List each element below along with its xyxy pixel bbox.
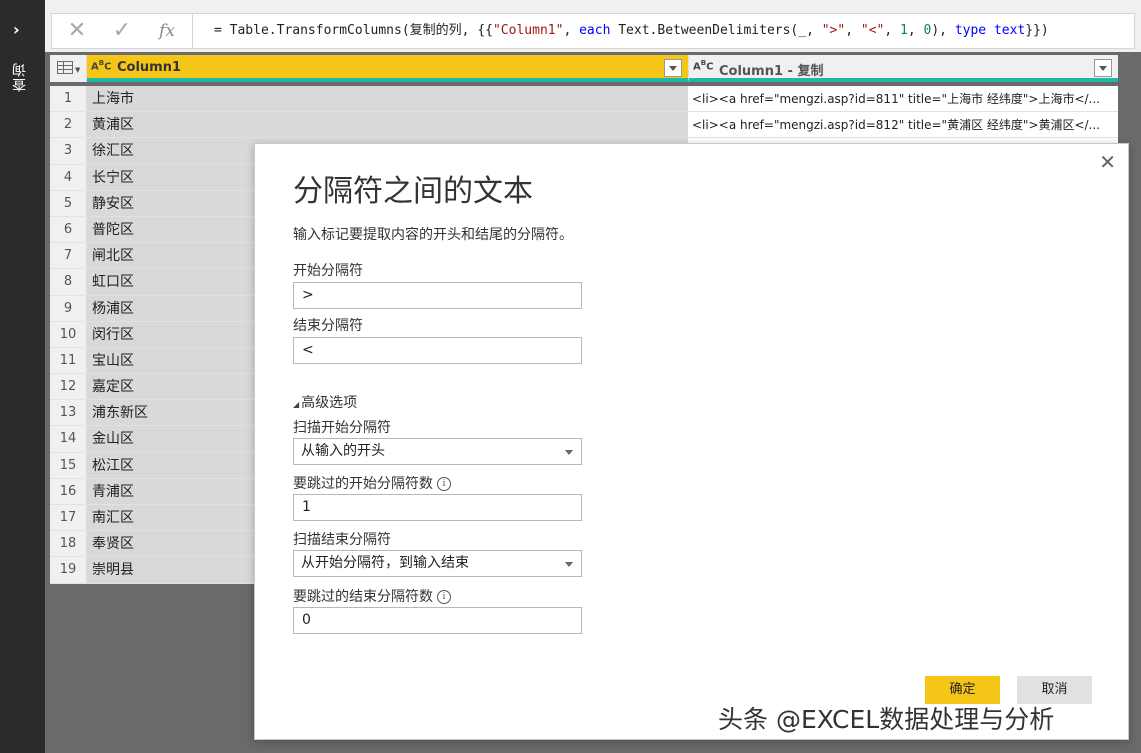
formula-text: , — [907, 23, 924, 38]
row-number[interactable]: 14 — [50, 426, 87, 452]
formula-keyword: each — [579, 23, 611, 38]
grid-header: ▼ ABC Column1 ABC Column1 - 复制 — [50, 55, 1118, 82]
chevron-down-icon — [565, 450, 573, 455]
row-number[interactable]: 19 — [50, 557, 87, 583]
caret-down-icon: ▼ — [75, 66, 81, 74]
cell-column1-copy[interactable]: <li><a href="mengzi.asp?id=812" title="黄… — [688, 112, 1118, 138]
formula-input[interactable]: = Table.TransformColumns(复制的列, {{"Column… — [192, 13, 1135, 49]
start-delimiter-input[interactable]: > — [293, 282, 582, 309]
table-icon — [57, 61, 73, 74]
skip-end-input[interactable]: 0 — [293, 607, 582, 634]
table-row[interactable]: 2 黄浦区 <li><a href="mengzi.asp?id=812" titl… — [50, 112, 1118, 139]
between-delimiters-dialog: ✕ 分隔符之间的文本 输入标记要提取内容的开头和结尾的分隔符。 开始分隔符 > … — [254, 143, 1129, 740]
confirm-formula-icon[interactable]: ✓ — [107, 18, 137, 44]
row-number[interactable]: 5 — [50, 190, 87, 216]
start-delimiter-label: 开始分隔符 — [293, 263, 363, 279]
row-number[interactable]: 17 — [50, 505, 87, 531]
table-menu-button[interactable]: ▼ — [50, 55, 87, 82]
scan-start-label: 扫描开始分隔符 — [293, 420, 391, 436]
cancel-formula-icon[interactable]: ✕ — [62, 18, 92, 44]
scan-start-select[interactable]: 从输入的开头 — [293, 438, 582, 465]
row-number[interactable]: 12 — [50, 374, 87, 400]
row-number[interactable]: 7 — [50, 243, 87, 269]
end-delimiter-input[interactable]: < — [293, 337, 582, 364]
function-icon[interactable]: fx — [152, 18, 182, 44]
formula-text — [986, 23, 994, 38]
column-name: Column1 - 复制 — [719, 64, 824, 79]
skip-end-label-text: 要跳过的结束分隔符数 — [293, 589, 433, 605]
skip-end-label: 要跳过的结束分隔符数 i — [293, 586, 451, 606]
formula-string: "<" — [860, 23, 885, 38]
dialog-description: 输入标记要提取内容的开头和结尾的分隔符。 — [293, 227, 573, 243]
column-header-column1[interactable]: ABC Column1 — [87, 55, 688, 82]
formula-bar: ✕ ✓ fx = Table.TransformColumns(复制的列, {{… — [45, 0, 1141, 52]
scan-end-select[interactable]: 从开始分隔符，到输入结束 — [293, 550, 582, 577]
chevron-down-icon — [565, 562, 573, 567]
row-number[interactable]: 2 — [50, 112, 87, 138]
cell-column1[interactable]: 上海市 — [87, 86, 688, 112]
formula-string: "Column1" — [492, 23, 564, 38]
column-header-column1-copy[interactable]: ABC Column1 - 复制 — [688, 55, 1118, 82]
row-number[interactable]: 9 — [50, 295, 87, 321]
skip-start-label: 要跳过的开始分隔符数 i — [293, 473, 451, 493]
queries-pane-label[interactable]: 查询 — [10, 62, 30, 92]
row-number[interactable]: 8 — [50, 269, 87, 295]
close-icon[interactable]: ✕ — [1099, 150, 1116, 174]
skip-start-label-text: 要跳过的开始分隔符数 — [293, 476, 433, 492]
advanced-options-label: 高级选项 — [301, 395, 358, 411]
dialog-title: 分隔符之间的文本 — [293, 174, 533, 209]
row-number[interactable]: 3 — [50, 138, 87, 164]
advanced-options-toggle[interactable]: ◢ 高级选项 — [293, 392, 357, 412]
table-row[interactable]: 1 上海市 <li><a href="mengzi.asp?id=811" titl… — [50, 86, 1118, 113]
formula-number: 1 — [900, 23, 908, 38]
skip-start-input[interactable]: 1 — [293, 494, 582, 521]
expand-pane-chevron-icon[interactable]: › — [13, 22, 20, 38]
formula-keyword: text — [993, 23, 1026, 38]
formula-text: ), — [931, 23, 955, 38]
row-number[interactable]: 16 — [50, 478, 87, 504]
formula-string: ">" — [821, 23, 846, 38]
row-number[interactable]: 18 — [50, 531, 87, 557]
watermark: 头条 @EXCEL数据处理与分析 — [718, 705, 1055, 734]
formula-text: , — [884, 23, 901, 38]
column-filter-dropdown[interactable] — [1094, 59, 1112, 77]
scan-end-label: 扫描结束分隔符 — [293, 532, 391, 548]
formula-text: , — [563, 23, 580, 38]
text-type-icon[interactable]: ABC — [693, 59, 713, 72]
column-name: Column1 — [117, 60, 182, 75]
info-icon[interactable]: i — [437, 590, 451, 604]
formula-text: , — [845, 23, 861, 38]
row-number[interactable]: 10 — [50, 321, 87, 347]
row-number[interactable]: 1 — [50, 86, 87, 112]
queries-pane: › 查询 — [0, 0, 45, 753]
column-filter-dropdown[interactable] — [664, 59, 682, 77]
end-delimiter-label: 结束分隔符 — [293, 318, 363, 334]
cell-column1-copy[interactable]: <li><a href="mengzi.asp?id=811" title="上… — [688, 86, 1118, 112]
cell-column1[interactable]: 黄浦区 — [87, 112, 688, 138]
scan-end-value: 从开始分隔符，到输入结束 — [301, 555, 469, 571]
row-number[interactable]: 11 — [50, 347, 87, 374]
row-number[interactable]: 15 — [50, 452, 87, 478]
formula-keyword: type — [954, 23, 987, 38]
formula-text: = Table.TransformColumns(复制的列, {{ — [214, 23, 493, 38]
row-number[interactable]: 6 — [50, 216, 87, 243]
formula-text: }}) — [1025, 23, 1049, 38]
row-number[interactable]: 4 — [50, 164, 87, 190]
scan-start-value: 从输入的开头 — [301, 443, 385, 459]
info-icon[interactable]: i — [437, 477, 451, 491]
row-number[interactable]: 13 — [50, 400, 87, 426]
formula-text: Text.BetweenDelimiters(_, — [610, 23, 822, 38]
text-type-icon[interactable]: ABC — [91, 59, 111, 72]
triangle-down-icon: ◢ — [293, 400, 300, 409]
